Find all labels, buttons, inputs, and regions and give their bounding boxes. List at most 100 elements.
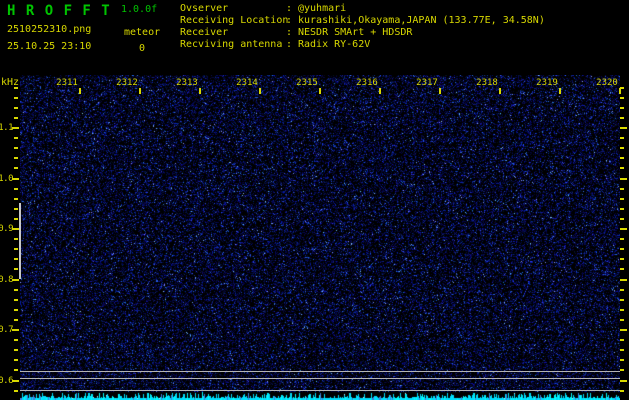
freq-minor-tick bbox=[620, 258, 624, 261]
time-tick-label: 2319 bbox=[536, 78, 558, 88]
freq-minor-tick bbox=[14, 238, 18, 241]
freq-major-tick bbox=[620, 329, 627, 331]
freq-major-tick bbox=[12, 228, 19, 230]
freq-minor-tick bbox=[14, 86, 18, 89]
freq-minor-tick bbox=[620, 339, 624, 342]
freq-minor-tick bbox=[14, 197, 18, 200]
freq-minor-tick bbox=[620, 298, 624, 301]
freq-minor-tick bbox=[620, 288, 624, 291]
time-tick-label: 2316 bbox=[356, 78, 378, 88]
freq-minor-tick bbox=[14, 349, 18, 352]
time-tick bbox=[259, 88, 261, 94]
freq-minor-tick bbox=[620, 96, 624, 99]
time-tick-label: 2314 bbox=[236, 78, 258, 88]
freq-minor-tick bbox=[14, 359, 18, 362]
freq-minor-tick bbox=[620, 157, 624, 160]
time-tick-label: 2318 bbox=[476, 78, 498, 88]
observation-datetime: 25.10.25 23:10 bbox=[7, 41, 92, 52]
freq-minor-tick bbox=[620, 217, 624, 220]
freq-minor-tick bbox=[14, 137, 18, 140]
freq-major-tick bbox=[12, 379, 19, 382]
meteor-count-value: 0 bbox=[139, 43, 146, 54]
freq-minor-tick bbox=[14, 318, 18, 321]
time-tick bbox=[79, 88, 81, 94]
freq-major-tick bbox=[12, 177, 19, 180]
freq-minor-tick bbox=[14, 389, 18, 392]
freq-minor-tick bbox=[620, 207, 624, 210]
station-info-line: Receiving Location: kurashiki,Okayama,JAP… bbox=[180, 15, 545, 27]
time-tick bbox=[499, 88, 501, 94]
freq-minor-tick bbox=[620, 359, 624, 362]
time-tick-label: 2312 bbox=[116, 78, 138, 88]
station-info-separator: : bbox=[286, 3, 293, 14]
freq-minor-tick bbox=[14, 308, 18, 311]
station-info-separator: : bbox=[286, 39, 293, 50]
freq-minor-tick bbox=[620, 137, 624, 140]
station-info-value: Radix RY-62V bbox=[298, 39, 371, 50]
meteor-count-label: meteor bbox=[124, 27, 161, 38]
freq-minor-tick bbox=[14, 339, 18, 342]
freq-minor-tick bbox=[620, 318, 624, 321]
station-info-value: NESDR SMArt + HDSDR bbox=[298, 27, 413, 38]
station-info-line: Receiver: NESDR SMArt + HDSDR bbox=[180, 27, 545, 39]
freq-minor-tick bbox=[620, 308, 624, 311]
freq-major-tick bbox=[620, 228, 627, 230]
station-info-label: Receiver bbox=[180, 27, 229, 38]
freq-minor-tick bbox=[620, 116, 624, 119]
freq-major-tick bbox=[12, 329, 19, 331]
freq-minor-tick bbox=[620, 106, 624, 109]
time-tick bbox=[139, 88, 141, 94]
station-info-separator: : bbox=[286, 15, 293, 26]
time-tick-label: 2311 bbox=[56, 78, 78, 88]
freq-major-tick bbox=[620, 127, 627, 129]
app-title: H R O F F T bbox=[7, 3, 111, 19]
freq-minor-tick bbox=[14, 217, 18, 220]
freq-minor-tick bbox=[14, 96, 18, 99]
station-info-separator: : bbox=[286, 27, 293, 38]
freq-minor-tick bbox=[620, 268, 624, 271]
freq-minor-tick bbox=[14, 298, 18, 301]
time-tick bbox=[439, 88, 441, 94]
time-tick bbox=[619, 88, 621, 94]
freq-major-tick bbox=[620, 379, 627, 382]
time-tick-label: 2317 bbox=[416, 78, 438, 88]
meter-reference-line-upper bbox=[20, 371, 620, 372]
freq-minor-tick bbox=[14, 258, 18, 261]
app-version: 1.0.0f bbox=[121, 4, 158, 15]
freq-minor-tick bbox=[14, 248, 18, 251]
meter-reference-line-middle bbox=[20, 378, 620, 379]
station-info-label: Receiving Location bbox=[180, 15, 289, 26]
freq-minor-tick bbox=[620, 187, 624, 190]
freq-minor-tick bbox=[14, 288, 18, 291]
freq-minor-tick bbox=[620, 167, 624, 170]
meter-reference-line-lower bbox=[20, 390, 620, 391]
freq-minor-tick bbox=[620, 369, 624, 372]
freq-minor-tick bbox=[620, 349, 624, 352]
freq-major-tick bbox=[12, 127, 19, 129]
time-tick-label: 2315 bbox=[296, 78, 318, 88]
freq-minor-tick bbox=[14, 106, 18, 109]
freq-minor-tick bbox=[620, 238, 624, 241]
freq-major-tick bbox=[620, 278, 627, 281]
station-info-value: @yuhmari bbox=[298, 3, 347, 14]
freq-minor-tick bbox=[14, 147, 18, 150]
freq-minor-tick bbox=[620, 147, 624, 150]
freq-major-tick bbox=[620, 177, 627, 180]
freq-minor-tick bbox=[14, 116, 18, 119]
time-tick bbox=[319, 88, 321, 94]
calibration-marker-bar bbox=[19, 203, 21, 279]
time-tick bbox=[379, 88, 381, 94]
freq-minor-tick bbox=[620, 248, 624, 251]
freq-major-tick bbox=[12, 278, 19, 281]
time-tick bbox=[559, 88, 561, 94]
station-info-block: Ovserver: @yuhmari Receiving Location: kura… bbox=[180, 3, 545, 51]
time-tick-label: 2313 bbox=[176, 78, 198, 88]
freq-minor-tick bbox=[14, 268, 18, 271]
time-tick-label: 2320 bbox=[596, 78, 618, 88]
spectrogram-noise-canvas bbox=[20, 75, 620, 400]
output-filename: 2510252310.png bbox=[7, 24, 92, 35]
station-info-label: Ovserver bbox=[180, 3, 229, 14]
freq-minor-tick bbox=[620, 389, 624, 392]
station-info-line: Ovserver: @yuhmari bbox=[180, 3, 545, 15]
station-info-label: Recviving antenna bbox=[180, 39, 283, 50]
